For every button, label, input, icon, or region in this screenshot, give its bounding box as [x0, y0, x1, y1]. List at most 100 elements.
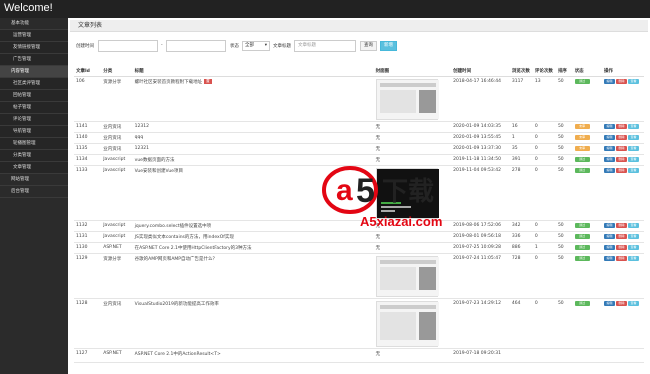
sidebar-item-articles[interactable]: 文章管理: [0, 162, 68, 174]
end-date-input[interactable]: [166, 40, 226, 52]
title-link[interactable]: JS实现类似文本contains的方法，用indexOf实现: [135, 235, 234, 240]
delete-button[interactable]: 删除: [616, 78, 628, 84]
view-button[interactable]: 查看: [628, 300, 640, 306]
view-button[interactable]: 查看: [628, 134, 640, 140]
edit-button[interactable]: 编辑: [604, 222, 616, 228]
start-date-input[interactable]: [98, 40, 158, 52]
cell-views: 3117: [509, 76, 533, 122]
cell-cover: 无: [373, 121, 452, 133]
cell-views: 342: [509, 220, 533, 232]
title-link[interactable]: 12321: [135, 146, 149, 151]
view-button[interactable]: 查看: [628, 156, 640, 162]
edit-button[interactable]: 编辑: [604, 145, 616, 151]
delete-button[interactable]: 删除: [616, 222, 628, 228]
view-button[interactable]: 查看: [628, 233, 640, 239]
edit-button[interactable]: 编辑: [604, 300, 616, 306]
title-link[interactable]: Vue安装和创建Vue项目: [135, 169, 183, 174]
sidebar-item-admin[interactable]: 后台管理: [0, 186, 68, 198]
edit-button[interactable]: 编辑: [604, 123, 616, 129]
title-link[interactable]: 在ASP.NET Core 2.1中使用HttpClientFactory的3种…: [135, 246, 252, 251]
title-search-input[interactable]: 文章标题: [294, 40, 356, 52]
delete-button[interactable]: 删除: [616, 156, 628, 162]
cell-cover: 无: [373, 143, 452, 155]
delete-button[interactable]: 删除: [616, 233, 628, 239]
cell-created: 2020-01-09 13:37:30: [451, 143, 510, 155]
status-badge[interactable]: 未审: [574, 134, 590, 140]
sidebar-item-categories[interactable]: 分类管理: [0, 150, 68, 162]
sidebar-item-nav[interactable]: 导航管理: [0, 126, 68, 138]
sidebar-item-carousel[interactable]: 轮播图管理: [0, 138, 68, 150]
cover-thumbnail[interactable]: [375, 255, 439, 297]
title-link[interactable]: jquery.combo.select插件设置选中项: [135, 224, 211, 229]
delete-button[interactable]: 删除: [616, 134, 628, 140]
cell-actions: 编辑 删除 查看: [602, 154, 644, 166]
view-button[interactable]: 查看: [628, 255, 640, 261]
sidebar-item-replies[interactable]: 回帖管理: [0, 90, 68, 102]
sidebar-item-site[interactable]: 网站管理: [0, 174, 68, 186]
delete-button[interactable]: 删除: [616, 255, 628, 261]
sidebar-item-community[interactable]: 社区类评管理: [0, 78, 68, 90]
cell-status: 通过: [572, 253, 603, 299]
view-button[interactable]: 查看: [628, 167, 640, 173]
delete-button[interactable]: 删除: [616, 167, 628, 173]
status-badge[interactable]: 未审: [574, 123, 590, 129]
status-badge[interactable]: 通过: [574, 167, 590, 173]
title-link[interactable]: ASP.NET Core 2.1中的ActionResult<T>: [135, 352, 221, 357]
status-badge[interactable]: 未审: [574, 145, 590, 151]
cell-status: 通过: [572, 154, 603, 166]
edit-button[interactable]: 编辑: [604, 233, 616, 239]
cell-comments: 13: [532, 76, 556, 122]
sidebar-item-content[interactable]: 内容管理: [0, 66, 68, 78]
delete-button[interactable]: 删除: [616, 244, 628, 250]
title-link[interactable]: VisualStudio2019的新功能提高工作效率: [135, 302, 219, 307]
edit-button[interactable]: 编辑: [604, 167, 616, 173]
view-button[interactable]: 查看: [628, 222, 640, 228]
edit-button[interactable]: 编辑: [604, 134, 616, 140]
view-button[interactable]: 查看: [628, 123, 640, 129]
status-badge[interactable]: 通过: [574, 78, 590, 84]
delete-button[interactable]: 删除: [616, 145, 628, 151]
sidebar-item-links[interactable]: 友情链接管理: [0, 42, 68, 54]
view-button[interactable]: 查看: [628, 78, 640, 84]
sidebar-item-operations[interactable]: 运营管理: [0, 30, 68, 42]
edit-button[interactable]: 编辑: [604, 255, 616, 261]
title-link[interactable]: 谷歌的AMP网页和AMP自动广告是什么？: [135, 257, 217, 262]
cell-views: 16: [509, 121, 533, 133]
view-button[interactable]: 查看: [628, 145, 640, 151]
cell-sort: 50: [555, 121, 573, 133]
sidebar-item-basic[interactable]: 基本功能: [0, 18, 68, 30]
edit-button[interactable]: 编辑: [604, 78, 616, 84]
sidebar-item-comments[interactable]: 评论管理: [0, 114, 68, 126]
status-badge[interactable]: 通过: [574, 255, 590, 261]
add-button[interactable]: 新增: [380, 41, 397, 51]
cell-title: ASP.NET Core 2.1中的ActionResult<T>: [132, 348, 374, 363]
sidebar-item-posts[interactable]: 帖子管理: [0, 102, 68, 114]
status-badge[interactable]: 通过: [574, 300, 590, 306]
cell-id: 1135: [74, 143, 102, 155]
status-badge[interactable]: 通过: [574, 156, 590, 162]
status-badge[interactable]: 通过: [574, 233, 590, 239]
col-status: 状态: [572, 66, 603, 77]
title-link[interactable]: 12312: [135, 124, 149, 129]
chevron-down-icon: ▾: [264, 43, 267, 48]
cell-created: 2019-08-01 09:56:18: [451, 231, 510, 243]
status-badge[interactable]: 通过: [574, 222, 590, 228]
edit-button[interactable]: 编辑: [604, 244, 616, 250]
title-link[interactable]: qqq: [135, 135, 144, 140]
cover-thumbnail[interactable]: [375, 300, 439, 347]
status-badge[interactable]: 通过: [574, 244, 590, 250]
delete-button[interactable]: 删除: [616, 300, 628, 306]
view-button[interactable]: 查看: [628, 244, 640, 250]
edit-button[interactable]: 编辑: [604, 156, 616, 162]
cell-id: 1140: [74, 132, 102, 144]
search-button[interactable]: 查询: [360, 41, 377, 51]
title-link[interactable]: 螺叶社区安装首页教程附下载地址: [135, 80, 203, 85]
cell-comments: 0: [532, 154, 556, 166]
cover-thumbnail[interactable]: [375, 78, 439, 120]
filter-bar: 创建时间 - 状态 全部 ▾ 文章标题 文章标题 查询 新增: [68, 40, 650, 54]
sidebar-item-ads[interactable]: 广告管理: [0, 54, 68, 66]
delete-button[interactable]: 删除: [616, 123, 628, 129]
col-created: 创建时间: [451, 66, 510, 77]
title-link[interactable]: vue数据页面的方法: [135, 158, 175, 163]
status-select[interactable]: 全部 ▾: [242, 41, 270, 51]
